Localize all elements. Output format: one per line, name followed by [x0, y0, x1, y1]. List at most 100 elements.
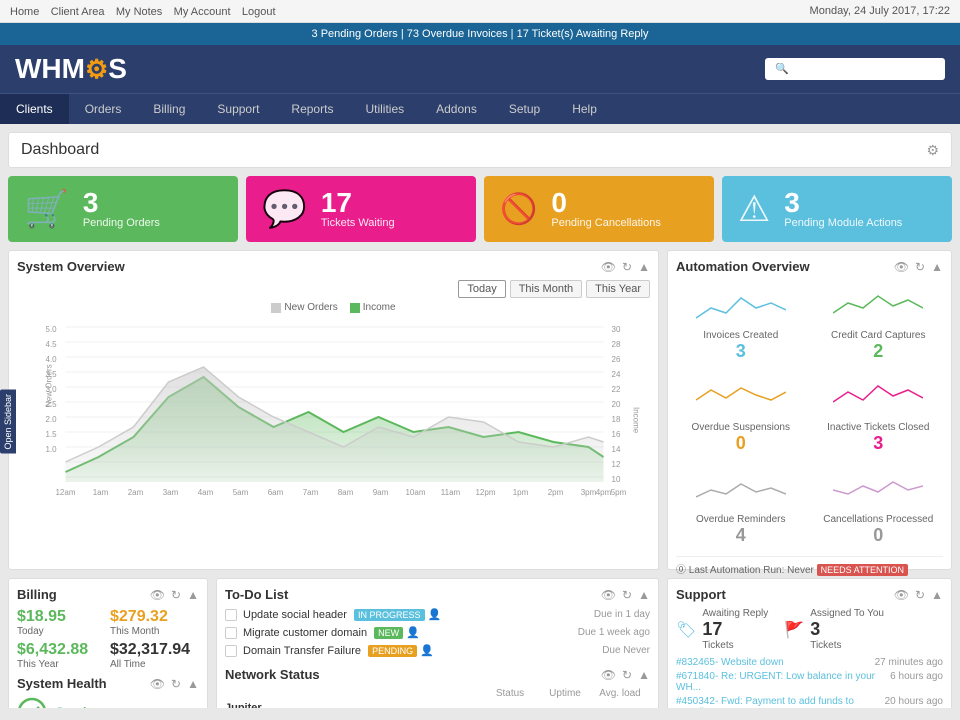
todo-checkbox-1[interactable] — [225, 609, 237, 621]
page-title: Dashboard — [21, 141, 99, 159]
open-sidebar-tab[interactable]: Open Sidebar — [0, 390, 16, 454]
todo-due-1: Due in 1 day — [594, 609, 650, 620]
svg-text:4.5: 4.5 — [46, 340, 58, 349]
collapse-icon-billing[interactable]: ▲ — [187, 588, 199, 602]
invoices-created-label: Invoices Created — [680, 330, 802, 341]
chart-svg: 5.0 4.5 4.0 3.5 3.0 2.5 2.0 1.5 1.0 New … — [17, 317, 650, 512]
cancellations-count: 0 — [551, 189, 660, 217]
network-jupiter-name: Jupiter — [225, 702, 480, 708]
eye-icon-todo[interactable]: 👁 — [601, 588, 616, 602]
todo-checkbox-3[interactable] — [225, 645, 237, 657]
nav-orders[interactable]: Orders — [69, 94, 138, 124]
search-input[interactable] — [775, 63, 935, 75]
nav-help[interactable]: Help — [556, 94, 613, 124]
nav-billing[interactable]: Billing — [137, 94, 201, 124]
nav-support[interactable]: Support — [201, 94, 275, 124]
automation-header: Automation Overview 👁 ↻ ▲ — [676, 259, 943, 274]
nav-clients[interactable]: Clients — [0, 94, 69, 124]
legend-income: Income — [350, 302, 396, 313]
nav-addons[interactable]: Addons — [420, 94, 493, 124]
cc-captures-label: Credit Card Captures — [818, 330, 940, 341]
stat-card-modules[interactable]: ⚠ 3 Pending Module Actions — [722, 176, 952, 242]
this-month-btn[interactable]: This Month — [510, 280, 582, 298]
eye-icon-billing[interactable]: 👁 — [150, 588, 165, 602]
todo-checkbox-2[interactable] — [225, 627, 237, 639]
svg-text:4pm: 4pm — [596, 488, 612, 497]
todo-text-3: Domain Transfer Failure PENDING 👤 — [243, 644, 596, 657]
stat-card-tickets[interactable]: 💬 17 Tickets Waiting — [246, 176, 476, 242]
chart-legend: New Orders Income — [17, 302, 650, 313]
refresh-icon-support[interactable]: ↻ — [915, 588, 925, 602]
todo-list: Update social header IN PROGRESS 👤 Due i… — [225, 608, 650, 657]
billing-year: $6,432.88 This Year — [17, 641, 106, 670]
eye-icon-auto[interactable]: 👁 — [894, 260, 909, 274]
ticket-832465[interactable]: #832465- Website down 27 minutes ago — [676, 657, 943, 668]
svg-text:26: 26 — [612, 355, 621, 364]
cc-captures-value: 2 — [818, 341, 940, 362]
svg-text:18: 18 — [612, 415, 621, 424]
system-overview-header: System Overview 👁 ↻ ▲ — [17, 259, 650, 274]
refresh-icon[interactable]: ↻ — [622, 260, 632, 274]
refresh-icon-network[interactable]: ↻ — [622, 668, 632, 682]
warning-icon: ⚠ — [738, 188, 770, 230]
refresh-icon-todo[interactable]: ↻ — [622, 588, 632, 602]
ticket-671840[interactable]: #671840- Re: URGENT: Low balance in your… — [676, 671, 943, 693]
stat-cards: 🛒 3 Pending Orders 💬 17 Tickets Waiting … — [8, 176, 952, 242]
collapse-icon-support[interactable]: ▲ — [931, 588, 943, 602]
ticket-832465-text[interactable]: #832465- Website down — [676, 657, 784, 668]
ticket-450342[interactable]: #450342- Fwd: Payment to add funds to Re… — [676, 696, 943, 708]
client-area-link[interactable]: Client Area — [51, 6, 105, 18]
auto-overdue-reminders: Overdue Reminders 4 — [676, 466, 806, 550]
collapse-icon-health[interactable]: ▲ — [187, 677, 199, 691]
stat-card-cancellations[interactable]: 🚫 0 Pending Cancellations — [484, 176, 714, 242]
network-jupiter-status: Offline — [480, 708, 540, 709]
eye-icon[interactable]: 👁 — [601, 260, 616, 274]
ticket-671840-text[interactable]: #671840- Re: URGENT: Low balance in your… — [676, 671, 886, 693]
eye-icon-network[interactable]: 👁 — [601, 668, 616, 682]
my-notes-link[interactable]: My Notes — [116, 6, 162, 18]
billing-alltime: $32,317.94 All Time — [110, 641, 199, 670]
suspensions-chart — [680, 378, 802, 418]
auto-inactive-tickets: Inactive Tickets Closed 3 — [814, 374, 944, 458]
logout-link[interactable]: Logout — [242, 6, 276, 18]
todo-title: To-Do List — [225, 587, 288, 602]
collapse-icon-todo[interactable]: ▲ — [638, 588, 650, 602]
svg-text:4.0: 4.0 — [46, 355, 58, 364]
billing-grid: $18.95 Today $279.32 This Month $6,432.8… — [17, 608, 199, 670]
nav-setup[interactable]: Setup — [493, 94, 556, 124]
datetime: Monday, 24 July 2017, 17:22 — [810, 5, 950, 17]
tickets-waiting-label: Tickets Waiting — [321, 217, 395, 229]
nav-reports[interactable]: Reports — [275, 94, 349, 124]
stat-card-orders[interactable]: 🛒 3 Pending Orders — [8, 176, 238, 242]
refresh-icon-auto[interactable]: ↻ — [915, 260, 925, 274]
invoices-chart — [680, 286, 802, 326]
this-year-btn[interactable]: This Year — [586, 280, 650, 298]
eye-icon-support[interactable]: 👁 — [894, 588, 909, 602]
health-circle-icon — [17, 697, 47, 708]
collapse-icon-auto[interactable]: ▲ — [931, 260, 943, 274]
chart-controls: Today This Month This Year — [17, 280, 650, 298]
search-box[interactable] — [765, 58, 945, 80]
nav-utilities[interactable]: Utilities — [349, 94, 420, 124]
billing-month-period: This Month — [110, 626, 199, 637]
assigned-unit: Tickets — [810, 640, 884, 651]
cancellations-processed-value: 0 — [818, 525, 940, 546]
reminders-chart — [680, 470, 802, 510]
refresh-icon-health[interactable]: ↻ — [171, 677, 181, 691]
system-overview-title: System Overview — [17, 259, 125, 274]
ticket-450342-text[interactable]: #450342- Fwd: Payment to add funds to Re… — [676, 696, 881, 708]
system-health-title: System Health — [17, 676, 107, 691]
settings-icon[interactable]: ⚙ — [926, 142, 939, 159]
todo-item-1: Update social header IN PROGRESS 👤 Due i… — [225, 608, 650, 621]
my-account-link[interactable]: My Account — [174, 6, 231, 18]
todo-person-icon-2: 👤 — [406, 627, 420, 639]
awaiting-label: Awaiting Reply — [702, 608, 768, 619]
refresh-icon-billing[interactable]: ↻ — [171, 588, 181, 602]
svg-text:10: 10 — [612, 475, 621, 484]
eye-icon-health[interactable]: 👁 — [150, 677, 165, 691]
collapse-icon-network[interactable]: ▲ — [638, 668, 650, 682]
today-btn[interactable]: Today — [458, 280, 505, 298]
svg-text:28: 28 — [612, 340, 621, 349]
collapse-icon[interactable]: ▲ — [638, 260, 650, 274]
home-link[interactable]: Home — [10, 6, 39, 18]
